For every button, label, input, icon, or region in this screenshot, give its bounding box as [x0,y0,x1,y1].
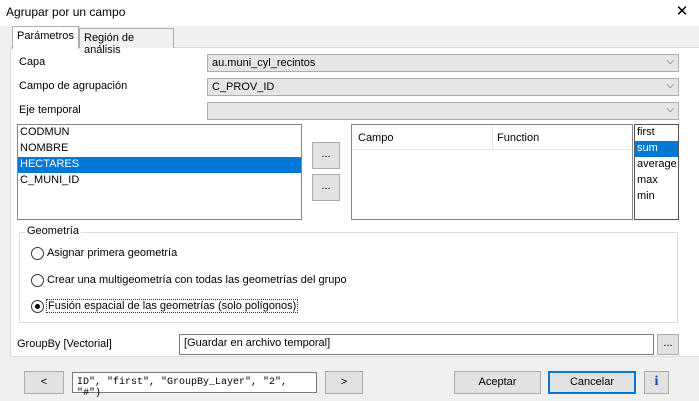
info-icon[interactable]: i [644,371,669,394]
column-header-function[interactable]: Function [497,132,539,144]
previous-button[interactable]: < [24,371,64,394]
group-field-select[interactable]: C_PROV_ID ⌵ [207,78,679,96]
column-divider [492,125,493,150]
list-item[interactable]: average [635,157,678,173]
geometry-option-first-label[interactable]: Asignar primera geometría [47,247,177,259]
output-label: GroupBy [Vectorial] [17,338,112,350]
layer-select-value: au.muni_cyl_recintos [212,57,316,69]
accept-button[interactable]: Aceptar [454,371,541,394]
chevron-down-icon: ⌵ [666,80,674,91]
geometry-option-dissolve-radio[interactable] [31,300,44,313]
list-item[interactable]: min [635,189,678,205]
tab-region-analisis[interactable]: Región de análisis [79,28,174,56]
command-preview-field[interactable]: ID", "first", "GroupBy_Layer", "2", "#") [72,372,317,399]
add-field-button[interactable]: ... [312,142,340,169]
chevron-down-icon: ⌵ [666,56,674,67]
column-header-field[interactable]: Campo [358,132,393,144]
list-item[interactable]: C_MUNI_ID [18,173,301,189]
output-browse-button[interactable]: ... [657,334,679,355]
list-item[interactable]: HECTARES [18,157,301,173]
group-field-select-value: C_PROV_ID [212,81,275,93]
remove-field-button[interactable]: ... [312,174,340,201]
tab-parametros[interactable]: Parámetros [12,26,79,49]
list-item[interactable]: max [635,173,678,189]
geometry-option-multi-radio[interactable] [31,274,44,287]
layer-select[interactable]: au.muni_cyl_recintos ⌵ [207,54,679,72]
list-item[interactable]: CODMUN [18,125,301,141]
geometry-group-title: Geometría [25,225,81,237]
list-item[interactable]: NOMBRE [18,141,301,157]
output-path-input[interactable]: [Guardar en archivo temporal] [179,334,654,355]
cancel-button[interactable]: Cancelar [548,371,636,394]
geometry-option-dissolve-label[interactable]: Fusión espacial de las geometrías (solo … [46,299,299,313]
geometry-option-first-radio[interactable] [31,247,44,260]
functions-list[interactable]: first sum average max min [634,124,679,220]
fields-list[interactable]: CODMUN NOMBRE HECTARES C_MUNI_ID [17,124,302,220]
time-axis-label: Eje temporal [19,104,81,116]
list-item[interactable]: first [635,125,678,141]
window-title: Agrupar por un campo [6,5,126,19]
stats-table[interactable]: Campo Function [351,124,633,220]
time-axis-select[interactable]: ⌵ [207,102,679,120]
close-icon[interactable]: ✕ [672,3,692,21]
group-field-label: Campo de agrupación [19,80,128,92]
chevron-down-icon: ⌵ [666,104,674,115]
list-item[interactable]: sum [635,141,678,157]
geometry-option-multi-label[interactable]: Crear una multigeometría con todas las g… [47,274,347,286]
next-button[interactable]: > [325,371,363,394]
layer-label: Capa [19,56,46,68]
